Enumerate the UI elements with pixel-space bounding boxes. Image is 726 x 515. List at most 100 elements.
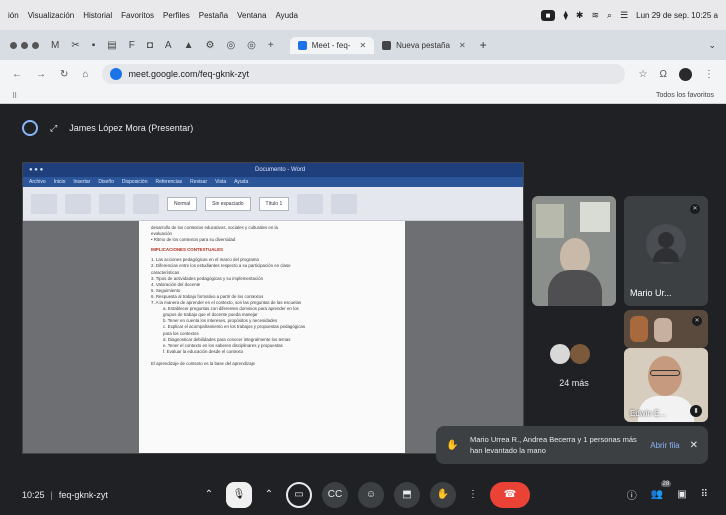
menu-item-archivo-partial[interactable]: ión (8, 11, 19, 20)
participant-name: Mario Ur... (630, 288, 672, 298)
minimize-window-icon[interactable] (21, 41, 28, 49)
raise-hand-button[interactable]: ✋ (430, 481, 456, 508)
camera-status-icon[interactable]: ■ (540, 9, 556, 21)
ribbon-dictate (331, 193, 358, 214)
pinned-tab-icon[interactable]: A (165, 40, 172, 51)
center-controls: ⌃ 🎙 ⌃ ▭ CC ☺ ⬒ ✋ ⋮ ☎ (202, 474, 530, 515)
more-participants[interactable]: 24 más (532, 314, 616, 414)
menu-item-ventana[interactable]: Ventana (237, 11, 266, 20)
menu-item-pestana[interactable]: Pestaña (199, 11, 228, 20)
control-center-icon[interactable]: ☰ (620, 10, 628, 21)
mic-toggle-button[interactable]: 🎙 (226, 481, 252, 508)
emoji-button[interactable]: ☺ (358, 481, 384, 508)
chat-icon[interactable]: ▣ (677, 489, 686, 500)
extension-icon[interactable]: Ω (660, 69, 667, 80)
vpn-icon[interactable]: ⧫ (563, 10, 567, 21)
all-bookmarks-link[interactable]: Todos los favoritos (656, 92, 714, 99)
doc-line: f. Evaluar la educación desde el context… (163, 348, 244, 354)
present-button[interactable]: ⬒ (394, 481, 420, 508)
pinned-tab-icon[interactable]: F (129, 40, 135, 51)
word-title-bar: ● ● ● Documento - Word (23, 163, 523, 177)
camera-toggle-button[interactable]: ▭ (286, 481, 312, 508)
mic-active-icon: ▮ (690, 405, 702, 417)
pinned-tab-icon[interactable]: ◎ (247, 40, 256, 51)
mic-options-chevron-icon[interactable]: ⌃ (202, 482, 216, 508)
system-menu-bar: ión Visualización Historial Favoritos Pe… (0, 0, 726, 30)
camera-options-chevron-icon[interactable]: ⌃ (262, 482, 276, 508)
captions-button[interactable]: CC (322, 481, 348, 508)
presentation-mode-icon[interactable]: ⤢ (50, 123, 57, 134)
background-window (580, 202, 610, 232)
pinned-tab-icon[interactable]: ▤ (107, 40, 116, 51)
forward-icon[interactable]: → (36, 69, 46, 80)
word-menu-disposicion: Disposición (121, 179, 148, 185)
bookmark-star-icon[interactable]: ☆ (639, 69, 648, 80)
screen-root: ión Visualización Historial Favoritos Pe… (0, 0, 726, 515)
menu-kebab-icon[interactable]: ⋮ (704, 69, 714, 80)
back-icon[interactable]: ← (12, 69, 22, 80)
doc-heading: IMPLICACIONES CONTEXTUALES (151, 247, 223, 253)
menu-item-historial[interactable]: Historial (83, 11, 112, 20)
ribbon-font (65, 193, 91, 214)
ribbon-clipboard (31, 193, 57, 214)
home-icon[interactable]: ⌂ (82, 69, 88, 80)
activities-icon[interactable]: ⠿ (701, 489, 708, 500)
participant-tile-edwin[interactable]: Edwin E... ▮ (624, 348, 708, 422)
search-icon[interactable]: ⌕ (607, 10, 612, 21)
pinned-tab-icon[interactable]: ◘ (147, 40, 153, 51)
leave-call-button[interactable]: ☎ (490, 481, 530, 508)
bluetooth-icon[interactable]: ✱ (576, 10, 584, 21)
meeting-code: feq-gknk-zyt (58, 489, 108, 500)
doc-line: El aprendizaje de contexto es la base de… (151, 360, 255, 366)
word-menu-revisar: Revisar (190, 179, 208, 185)
tab-meet[interactable]: Meet - feq- ✕ (289, 36, 375, 54)
participant-body (548, 270, 602, 306)
word-menu-diseno: Diseño (98, 179, 114, 185)
bookmarks-bar: ⠿ Todos los favoritos (0, 88, 726, 104)
people-button[interactable]: 👥 28 (651, 481, 672, 500)
menu-item-ayuda[interactable]: Ayuda (275, 11, 298, 20)
tab-label: Nueva pestaña (396, 40, 450, 50)
clock[interactable]: Lun 29 de sep. 10:25 a (636, 11, 718, 20)
gmail-pinned-icon[interactable]: M (51, 40, 59, 51)
presenting-icon (22, 120, 38, 136)
close-tab-icon[interactable]: ✕ (359, 41, 366, 50)
window-controls (10, 41, 39, 49)
open-queue-button[interactable]: Abrir fila (650, 441, 679, 450)
site-info-icon[interactable] (110, 68, 123, 80)
tab-label: Meet - feq- (311, 40, 351, 50)
style-no-spacing: Sin espaciado (205, 196, 251, 211)
close-window-icon[interactable] (10, 41, 17, 49)
url-text: meet.google.com/feq-gknk-zyt (128, 69, 249, 79)
reload-icon[interactable]: ↻ (60, 69, 68, 80)
url-bar[interactable]: meet.google.com/feq-gknk-zyt (102, 64, 625, 84)
pinned-tab-icon[interactable]: ✂ (71, 40, 79, 51)
pinned-tab-icon[interactable]: ▪ (92, 40, 96, 51)
tab-new[interactable]: Nueva pestaña ✕ (374, 37, 474, 54)
glasses (650, 370, 680, 376)
menu-item-visualizacion[interactable]: Visualización (28, 11, 75, 20)
close-icon[interactable]: ✕ (690, 440, 698, 451)
participant-tile-group[interactable]: ✕ (624, 310, 708, 348)
pinned-tab-icon[interactable]: ◎ (226, 40, 235, 51)
participant-tile-mario[interactable]: ✕ Mario Ur... (624, 196, 708, 306)
ribbon-paragraph (99, 193, 125, 214)
pinned-tab-icon[interactable]: + (268, 40, 274, 51)
wifi-icon[interactable]: ≋ (591, 10, 599, 21)
menu-item-perfiles[interactable]: Perfiles (163, 11, 190, 20)
apps-grid-icon[interactable]: ⠿ (12, 92, 17, 100)
more-options-icon[interactable]: ⋮ (466, 482, 480, 508)
address-toolbar: ← → ↻ ⌂ meet.google.com/feq-gknk-zyt ☆ Ω… (0, 60, 726, 88)
meeting-details-icon[interactable]: ⓘ (627, 487, 637, 502)
new-tab-button[interactable]: + (480, 38, 487, 52)
close-tab-icon[interactable]: ✕ (459, 41, 466, 50)
zoom-window-icon[interactable] (32, 41, 39, 49)
participant-tile-video[interactable] (532, 196, 616, 306)
meet-stage: ⤢ James López Mora (Presentar) ● ● ● Doc… (0, 104, 726, 515)
meeting-controls: 10:25 | feq-gknk-zyt ⌃ 🎙 ⌃ ▭ CC ☺ ⬒ ✋ ⋮ … (0, 474, 726, 515)
pinned-tab-icon[interactable]: ⚙ (205, 40, 214, 51)
pinned-tab-icon[interactable]: ▲ (184, 40, 194, 51)
profile-avatar[interactable] (679, 67, 692, 81)
tab-search-icon[interactable]: ⌄ (708, 40, 716, 51)
menu-item-favoritos[interactable]: Favoritos (121, 11, 154, 20)
